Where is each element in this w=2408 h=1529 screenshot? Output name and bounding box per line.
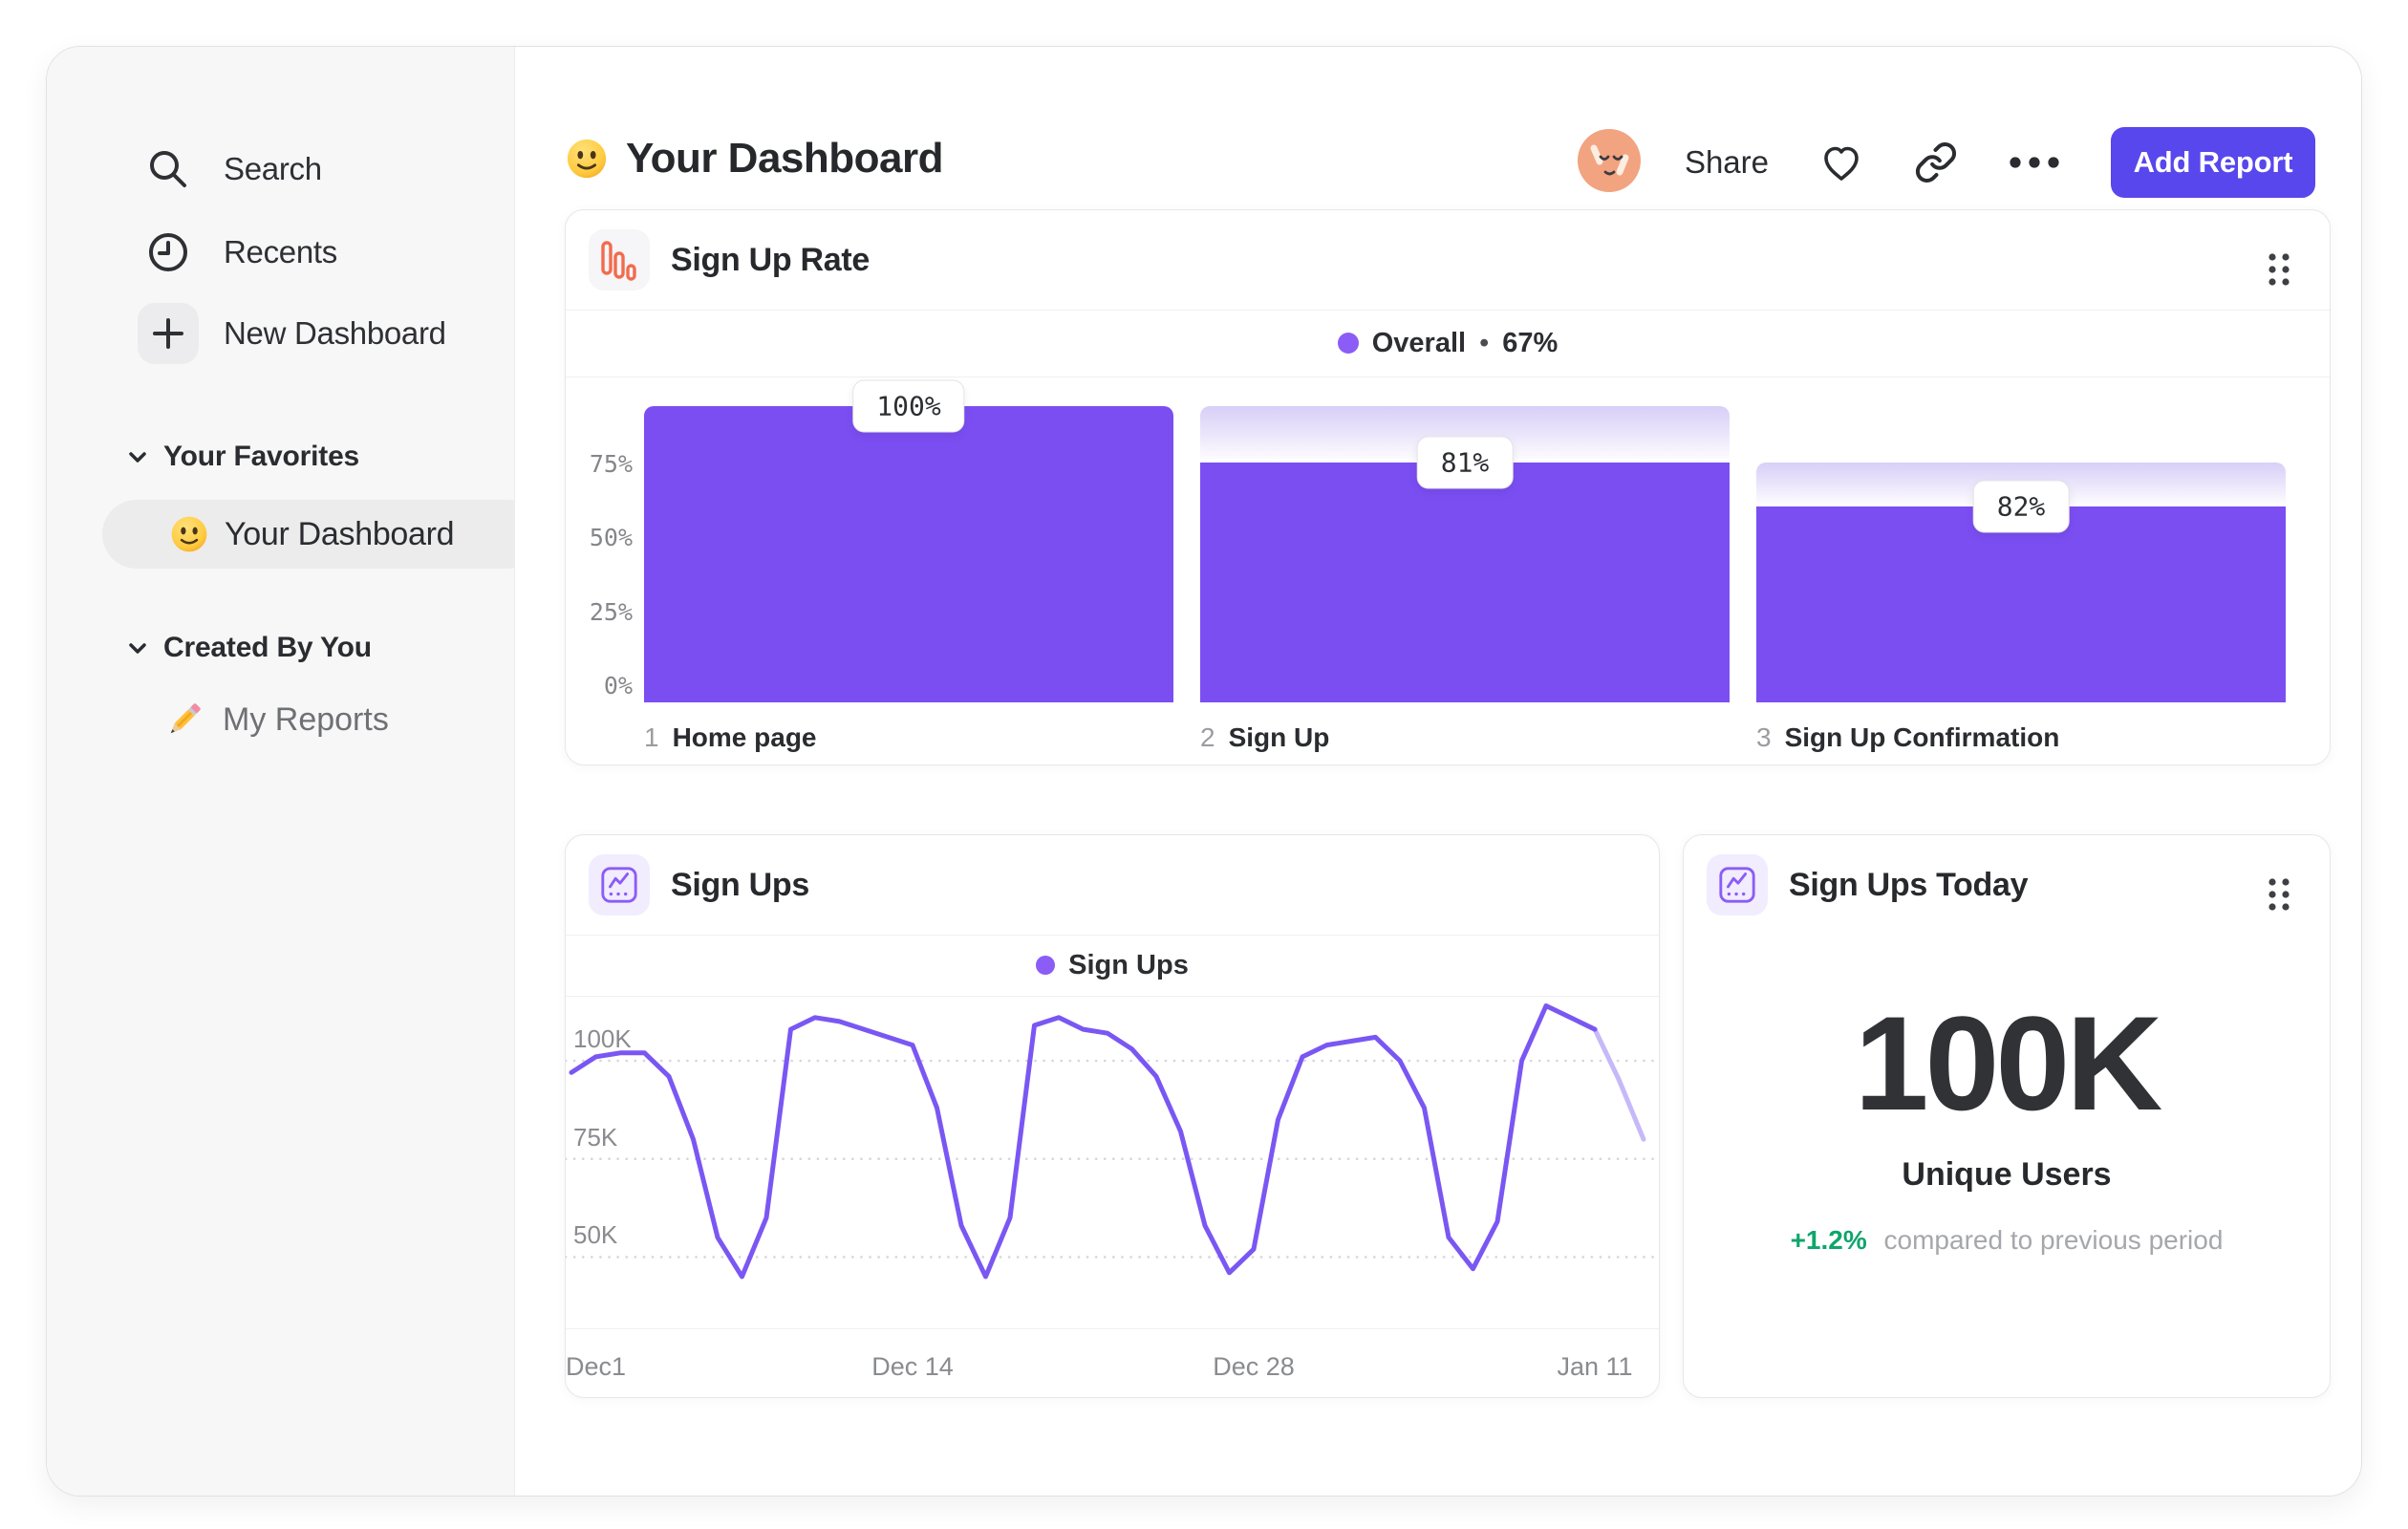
clock-icon: [138, 222, 199, 283]
x-axis-tick: Dec1: [565, 1352, 627, 1381]
sidebar-section-favorites[interactable]: Your Favorites: [125, 441, 359, 473]
stat-label: Unique Users: [1902, 1156, 2112, 1193]
funnel-chart: 75% 50% 25% 0% 100% 1 Home page 81% 2 Sign Up 82% 3…: [566, 210, 2330, 764]
line-series: [569, 1003, 1598, 1280]
main-content: Your Dashboard Share Add Report Sign Up …: [515, 47, 2361, 1496]
step-name: Sign Up: [1228, 722, 1330, 752]
search-icon: [138, 139, 199, 200]
funnel-step-label: 2 Sign Up: [1200, 722, 1329, 753]
bar-value-tooltip: 100%: [852, 379, 965, 433]
line-legend[interactable]: Sign Ups: [566, 935, 1659, 996]
legend-series-name: Sign Ups: [1068, 949, 1189, 980]
y-axis-tick: 50K: [573, 1220, 618, 1250]
x-axis-tick: Dec 28: [1213, 1352, 1295, 1381]
plus-icon: [138, 303, 199, 364]
step-name: Sign Up Confirmation: [1784, 722, 2060, 752]
card-sign-ups-today: Sign Ups Today 100K Unique Users +1.2% c…: [1683, 834, 2331, 1398]
avatar[interactable]: [1577, 128, 1641, 197]
step-number: 1: [644, 722, 659, 752]
card-header: Sign Ups: [589, 854, 809, 915]
card-sign-up-rate: Sign Up Rate Overall • 67% 75% 50% 25% 0% 10…: [565, 209, 2331, 765]
funnel-bar[interactable]: [644, 406, 1173, 702]
stat-delta-row: +1.2% compared to previous period: [1684, 1225, 2330, 1256]
line-chart-icon: [589, 854, 650, 915]
y-axis-tick: 25%: [589, 597, 633, 626]
card-sign-ups: Sign Ups Sign Ups 100K 75K 50K Dec1 Dec 14 D…: [565, 834, 1661, 1398]
card-title: Sign Ups: [671, 866, 809, 903]
sidebar-item-label: Recents: [224, 234, 337, 269]
pencil-emoji: [170, 703, 201, 734]
share-button[interactable]: Share: [1685, 144, 1769, 181]
chevron-down-icon: [129, 643, 146, 654]
line-chart-icon: [1707, 854, 1768, 915]
step-number: 3: [1756, 722, 1772, 752]
sidebar-item-recents[interactable]: Recents: [138, 222, 337, 283]
delta-description: compared to previous period: [1883, 1225, 2224, 1255]
page-title: Your Dashboard: [626, 135, 944, 182]
y-axis-tick: 75K: [573, 1122, 618, 1152]
delta-positive-value: +1.2%: [1790, 1225, 1867, 1255]
line-chart: 100K 75K 50K: [566, 996, 1661, 1328]
funnel-step-label: 1 Home page: [644, 722, 817, 753]
favorite-heart-icon[interactable]: [1818, 140, 1864, 185]
sidebar-item-search[interactable]: Search: [138, 139, 322, 200]
chevron-down-icon: [129, 452, 146, 463]
smiley-emoji: [567, 139, 607, 179]
bar-value-tooltip: 82%: [1972, 480, 2070, 533]
y-axis-tick: 50%: [589, 524, 633, 551]
step-name: Home page: [672, 722, 817, 752]
y-axis-tick: 0%: [603, 672, 633, 700]
more-options-icon[interactable]: [2008, 155, 2061, 170]
x-axis-tick: Dec 14: [871, 1352, 954, 1381]
card-title: Sign Ups Today: [1789, 866, 2029, 903]
section-label: Your Favorites: [163, 441, 360, 472]
stat-big-number: 100K: [1854, 988, 2163, 1138]
card-header: Sign Ups Today: [1707, 854, 2028, 915]
page-title-group: Your Dashboard: [565, 135, 944, 183]
legend-dot: [1036, 956, 1056, 975]
sidebar-section-created-by-you[interactable]: Created By You: [125, 632, 372, 664]
topbar-actions: Share Add Report: [1577, 127, 2315, 198]
funnel-step-label: 3 Sign Up Confirmation: [1756, 722, 2059, 753]
sidebar-item-label: New Dashboard: [224, 315, 446, 351]
add-report-button[interactable]: Add Report: [2111, 127, 2315, 198]
line-chart-svg: [566, 1003, 1661, 1280]
x-axis-tick: Jan 11: [1557, 1352, 1633, 1381]
copy-link-icon[interactable]: [1914, 140, 1958, 184]
bar-value-tooltip: 81%: [1416, 436, 1514, 489]
smiley-emoji: [171, 516, 207, 552]
drag-handle-icon[interactable]: [2267, 875, 2291, 918]
x-axis-labels: Dec1 Dec 14 Dec 28 Jan 11: [566, 1329, 1659, 1398]
funnel-bar[interactable]: [1756, 506, 2286, 702]
sidebar-item-new-dashboard[interactable]: New Dashboard: [138, 303, 446, 364]
sidebar-item-your-dashboard[interactable]: Your Dashboard: [102, 500, 542, 569]
sidebar-item-my-reports[interactable]: My Reports: [163, 699, 389, 741]
sidebar: Search Recents New Dashboard Your Favori…: [47, 47, 542, 1496]
y-axis-tick: 75%: [589, 449, 633, 478]
funnel-bar[interactable]: [1200, 462, 1730, 702]
step-number: 2: [1200, 722, 1215, 752]
sidebar-item-label: Search: [224, 151, 322, 186]
y-axis-tick: 100K: [573, 1024, 632, 1053]
sidebar-item-label: Your Dashboard: [225, 515, 455, 552]
app-container: Search Recents New Dashboard Your Favori…: [46, 46, 2362, 1497]
line-series-faded-tail: [1592, 1026, 1646, 1142]
sidebar-item-label: My Reports: [223, 700, 389, 738]
section-label: Created By You: [163, 632, 372, 663]
